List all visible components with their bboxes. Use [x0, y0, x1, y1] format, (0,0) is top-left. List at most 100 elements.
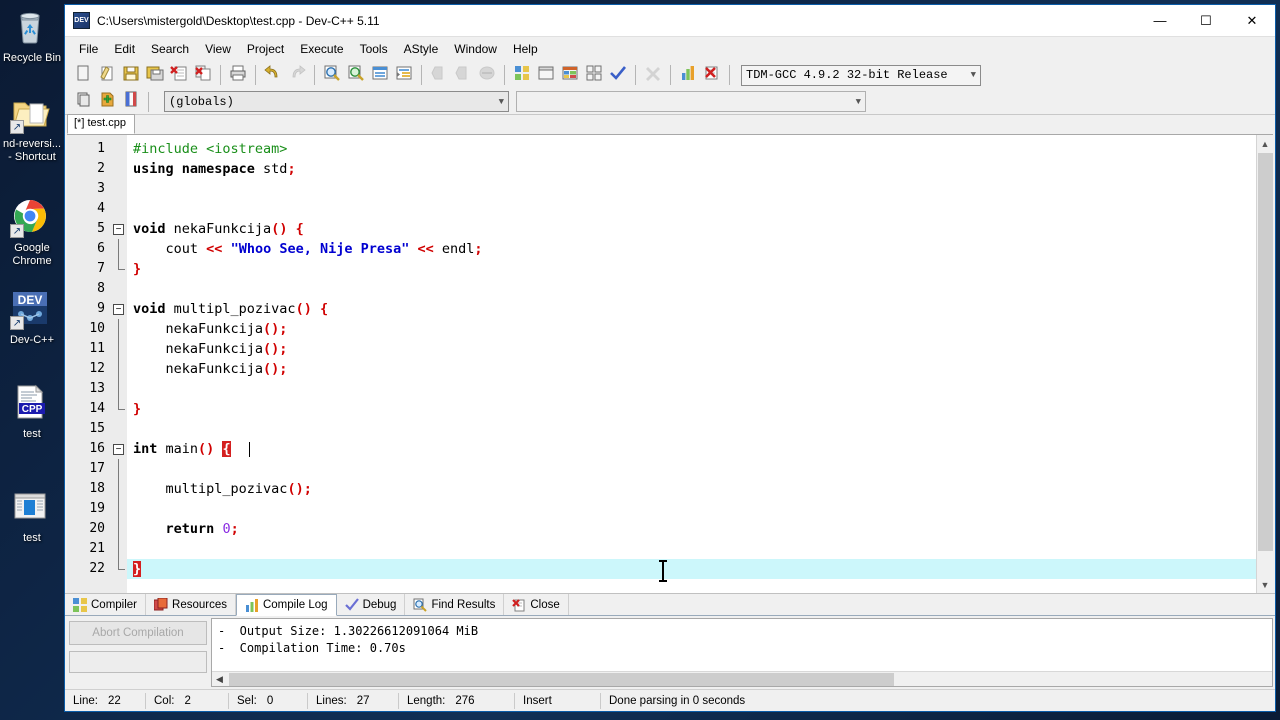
desktop-icon-dev-cpp[interactable]: DEV ↗ Dev-C++ [0, 288, 64, 347]
desktop-icon-test-exe[interactable]: test [0, 486, 64, 545]
desktop-icon-recycle-bin[interactable]: Recycle Bin [0, 6, 64, 65]
desktop-icon-area: Recycle Bin ↗ nd-reversi... - Shortcut ↗ Goo… [0, 0, 64, 720]
code-line[interactable] [127, 459, 1256, 479]
code-line[interactable] [127, 539, 1256, 559]
globals-select[interactable]: (globals) ▼ [164, 91, 509, 112]
menu-item-window[interactable]: Window [446, 39, 505, 59]
close-button[interactable]: ✕ [1229, 5, 1275, 36]
code-token: multipl_pozivac [165, 301, 296, 317]
code-line[interactable]: } [127, 259, 1256, 279]
compile-run-button[interactable] [558, 63, 582, 87]
find-button[interactable] [320, 63, 344, 87]
rebuild-all-button[interactable] [582, 63, 606, 87]
fold-guide-line [118, 539, 119, 559]
fold-guide-line [118, 239, 119, 259]
syntax-check-button[interactable] [606, 63, 630, 87]
replace-button[interactable] [344, 63, 368, 87]
code-line[interactable] [127, 499, 1256, 519]
menu-item-view[interactable]: View [197, 39, 239, 59]
horizontal-scroll-thumb[interactable] [229, 672, 894, 686]
desktop-icon-folder-shortcut[interactable]: ↗ nd-reversi... - Shortcut [0, 92, 64, 164]
code-line[interactable]: void nekaFunkcija() { [127, 219, 1256, 239]
fold-collapse-icon[interactable]: − [113, 444, 124, 455]
menu-item-tools[interactable]: Tools [352, 39, 396, 59]
code-line[interactable] [127, 379, 1256, 399]
undo-button[interactable] [261, 63, 285, 87]
tab-resources[interactable]: Resources [146, 594, 236, 615]
abort-compilation-button[interactable]: Abort Compilation [69, 621, 207, 645]
code-line[interactable]: cout << "Whoo See, Nije Presa" << endl; [127, 239, 1256, 259]
project-options-button[interactable] [119, 90, 143, 114]
test-cpp-file-icon: CPP [10, 382, 54, 426]
line-number: 18 [89, 481, 105, 496]
compiler-select[interactable]: TDM-GCC 4.9.2 32-bit Release ▼ [741, 64, 981, 86]
print-button[interactable] [226, 63, 250, 87]
maximize-button[interactable]: ☐ [1183, 5, 1229, 36]
desktop-icon-google-chrome[interactable]: ↗ Google Chrome [0, 196, 64, 268]
compile-button[interactable] [510, 63, 534, 87]
code-line[interactable] [127, 179, 1256, 199]
code-line[interactable] [127, 199, 1256, 219]
compiler-select-value: TDM-GCC 4.9.2 32-bit Release [746, 68, 948, 82]
menu-item-astyle[interactable]: AStyle [396, 39, 447, 59]
scope-select[interactable]: ▼ [516, 91, 866, 112]
vertical-scroll-thumb[interactable] [1258, 153, 1273, 551]
fold-collapse-icon[interactable]: − [113, 304, 124, 315]
code-line[interactable]: void multipl_pozivac() { [127, 299, 1256, 319]
tab-debug[interactable]: Debug [337, 594, 406, 615]
code-line[interactable]: nekaFunkcija(); [127, 339, 1256, 359]
menu-item-search[interactable]: Search [143, 39, 197, 59]
fold-collapse-icon[interactable]: − [113, 224, 124, 235]
code-line[interactable]: nekaFunkcija(); [127, 359, 1256, 379]
new-file-button[interactable] [71, 63, 95, 87]
tab-find-results[interactable]: Find Results [405, 594, 505, 615]
code-scroll-region[interactable]: 1 2 3 4 5 6 7 8 9 10 11 12 13 14 15 16 17 18 19 20 21 22 − − − … [67, 135, 1256, 593]
add-to-project-button[interactable] [95, 90, 119, 114]
code-line[interactable] [127, 419, 1256, 439]
profile-button[interactable] [676, 63, 700, 87]
menu-item-execute[interactable]: Execute [292, 39, 351, 59]
scroll-left-arrow-icon[interactable]: ◀ [212, 672, 227, 687]
goto-line-button[interactable] [368, 63, 392, 87]
code-folding-column[interactable]: − − − [111, 135, 127, 593]
code-line[interactable]: #include <iostream> [127, 139, 1256, 159]
close-all-button[interactable] [191, 63, 215, 87]
debug-button[interactable] [700, 63, 724, 87]
scroll-down-arrow-icon[interactable]: ▼ [1257, 576, 1273, 593]
code-line[interactable]: nekaFunkcija(); [127, 319, 1256, 339]
save-all-button[interactable] [143, 63, 167, 87]
desktop-icon-test-cpp-file[interactable]: CPP test [0, 382, 64, 441]
code-line[interactable]: using namespace std; [127, 159, 1256, 179]
code-line[interactable] [127, 279, 1256, 299]
menu-item-file[interactable]: File [71, 39, 106, 59]
source-code-text[interactable]: #include <iostream> using namespace std; v… [127, 135, 1256, 593]
code-line-current[interactable]: } [127, 559, 1256, 579]
toolbar-separator [220, 65, 221, 85]
tab-close[interactable]: Close [504, 594, 569, 615]
code-line[interactable]: int main() { [127, 439, 1256, 459]
code-line[interactable]: multipl_pozivac(); [127, 479, 1256, 499]
close-file-icon [170, 64, 188, 87]
editor-tab-test-cpp[interactable]: [*] test.cpp [67, 114, 135, 134]
status-lines-label: Lines: [316, 694, 347, 707]
new-project-button[interactable] [71, 90, 95, 114]
code-line[interactable]: return 0; [127, 519, 1256, 539]
tab-compiler[interactable]: Compiler [65, 594, 147, 615]
code-line[interactable]: } [127, 399, 1256, 419]
indent-button[interactable] [392, 63, 416, 87]
tab-compile-log[interactable]: Compile Log [235, 594, 337, 616]
compiler-icon [73, 597, 87, 612]
rebuild-all-icon [585, 64, 603, 87]
scroll-up-arrow-icon[interactable]: ▲ [1257, 135, 1273, 152]
editor-vertical-scrollbar[interactable]: ▲ ▼ [1256, 135, 1273, 593]
save-button[interactable] [119, 63, 143, 87]
open-file-button[interactable] [95, 63, 119, 87]
menu-item-project[interactable]: Project [239, 39, 292, 59]
menu-item-help[interactable]: Help [505, 39, 546, 59]
run-button[interactable] [534, 63, 558, 87]
close-file-button[interactable] [167, 63, 191, 87]
minimize-button[interactable]: — [1137, 5, 1183, 36]
menu-item-edit[interactable]: Edit [106, 39, 143, 59]
log-horizontal-scrollbar[interactable]: ◀ [212, 671, 1272, 686]
